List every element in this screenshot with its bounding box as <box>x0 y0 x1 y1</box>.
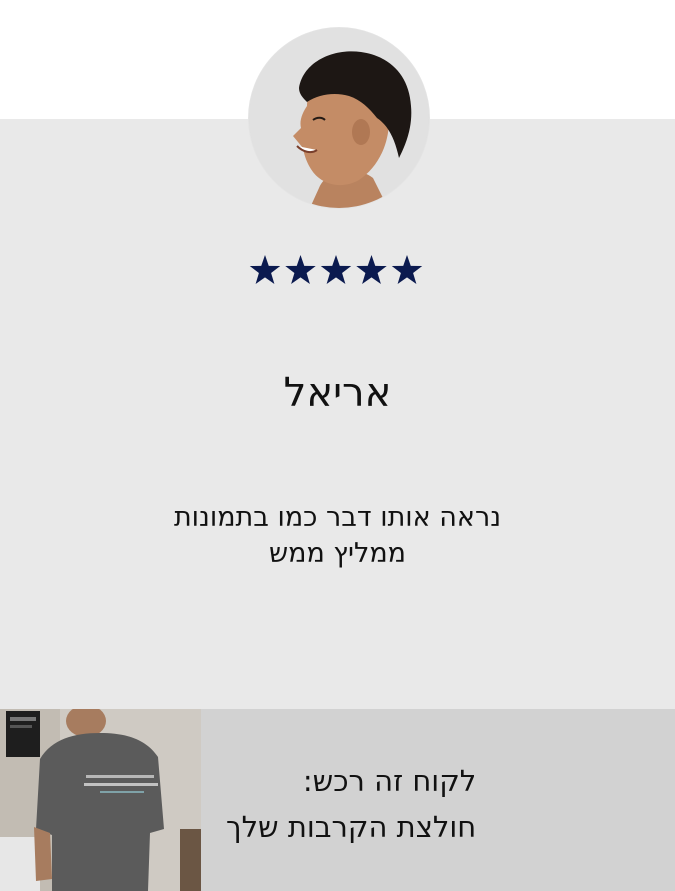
star-icon <box>355 255 387 284</box>
purchase-label: לקוח זה רכש: <box>302 764 477 798</box>
tshirt-photo-icon <box>0 709 201 891</box>
purchase-info-text: לקוח זה רכש: חולצת הקרבות שלך <box>226 758 476 850</box>
purchased-product-name: חולצת הקרבות שלך <box>226 810 477 844</box>
review-text-line-2: ממליץ ממש <box>268 538 407 569</box>
star-icon <box>320 255 351 284</box>
rating-stars <box>0 252 675 288</box>
five-star-rating-icon <box>249 255 422 284</box>
review-text-line-1: נראה אותו דבר כמו בתמונות <box>173 502 502 533</box>
star-icon <box>284 255 316 284</box>
star-icon <box>391 255 422 284</box>
review-text: נראה אותו דבר כמו בתמונות ממליץ ממש <box>0 500 675 572</box>
reviewer-name: אריאל <box>283 370 392 416</box>
purchased-product-photo <box>0 709 201 891</box>
customer-avatar <box>248 27 430 209</box>
star-icon <box>249 255 280 284</box>
avatar-photo-icon <box>249 28 429 208</box>
